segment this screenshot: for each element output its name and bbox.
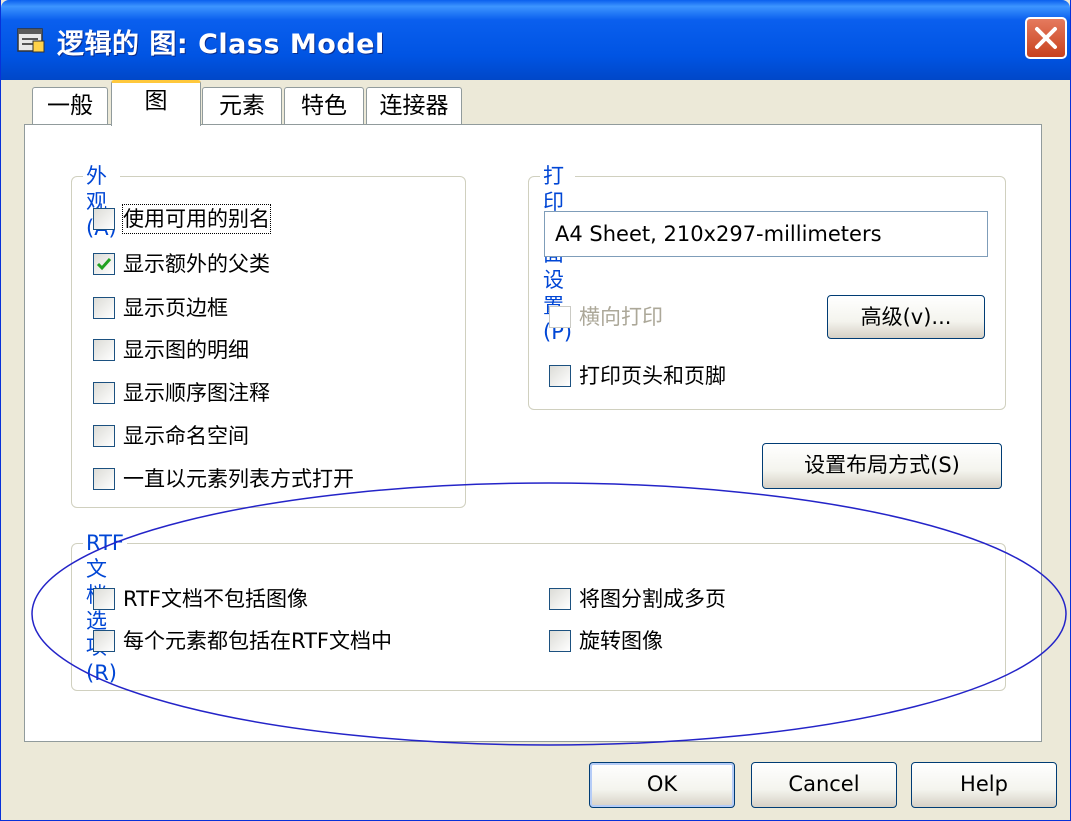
- print-header-footer-checkbox[interactable]: [549, 365, 571, 387]
- show-diagram-details-checkbox[interactable]: [93, 339, 115, 361]
- tab-features[interactable]: 特色: [284, 87, 364, 125]
- rotate-image-label: 旋转图像: [579, 629, 663, 653]
- rtf-options-group: [71, 543, 1006, 691]
- checkmark-icon: [96, 258, 112, 271]
- show-namespace-checkbox[interactable]: [93, 425, 115, 447]
- page-size-field[interactable]: A4 Sheet, 210x297-millimeters: [544, 211, 988, 257]
- close-icon: [1035, 27, 1057, 49]
- rtf-no-images-checkbox[interactable]: [93, 588, 115, 610]
- ok-button[interactable]: OK: [589, 762, 735, 808]
- show-sequence-notes-label: 显示顺序图注释: [123, 381, 270, 405]
- advanced-button[interactable]: 高级(v)...: [827, 295, 985, 339]
- window-title: 逻辑的 图: Class Model: [57, 29, 385, 60]
- split-diagram-pages-label: 将图分割成多页: [579, 587, 726, 611]
- open-as-element-list-checkbox[interactable]: [93, 468, 115, 490]
- diagram-properties-icon: [17, 28, 45, 53]
- show-diagram-details-label: 显示图的明细: [123, 338, 249, 362]
- tab-connectors[interactable]: 连接器: [366, 87, 462, 125]
- title-bar[interactable]: 逻辑的 图: Class Model: [1, 0, 1070, 80]
- tab-diagram[interactable]: 图: [111, 80, 201, 126]
- set-layout-button[interactable]: 设置布局方式(S): [762, 443, 1002, 489]
- show-sequence-notes-checkbox[interactable]: [93, 382, 115, 404]
- show-page-border-label: 显示页边框: [123, 296, 228, 320]
- tab-elements[interactable]: 元素: [202, 87, 282, 125]
- rtf-no-images-label: RTF文档不包括图像: [123, 587, 308, 611]
- show-extra-parent-checkbox[interactable]: [93, 253, 115, 275]
- landscape-checkbox[interactable]: [549, 306, 571, 328]
- cancel-button[interactable]: Cancel: [751, 762, 897, 808]
- close-button[interactable]: [1025, 17, 1067, 59]
- properties-dialog: 逻辑的 图: Class Model 一般 图 元素 特色 连接器 外观(A) …: [0, 0, 1071, 821]
- use-alias-checkbox[interactable]: [93, 208, 115, 230]
- help-button[interactable]: Help: [911, 762, 1057, 808]
- show-extra-parent-label: 显示额外的父类: [123, 252, 270, 276]
- rotate-image-checkbox[interactable]: [549, 630, 571, 652]
- split-diagram-pages-checkbox[interactable]: [549, 588, 571, 610]
- landscape-label: 横向打印: [579, 305, 663, 329]
- rtf-include-every-element-checkbox[interactable]: [93, 630, 115, 652]
- open-as-element-list-label: 一直以元素列表方式打开: [123, 467, 354, 491]
- use-alias-label: 使用可用的别名: [122, 204, 271, 234]
- show-namespace-label: 显示命名空间: [123, 424, 249, 448]
- show-page-border-checkbox[interactable]: [93, 297, 115, 319]
- rtf-include-every-element-label: 每个元素都包括在RTF文档中: [123, 629, 392, 653]
- print-header-footer-label: 打印页头和页脚: [579, 364, 726, 388]
- tab-general[interactable]: 一般: [32, 87, 108, 125]
